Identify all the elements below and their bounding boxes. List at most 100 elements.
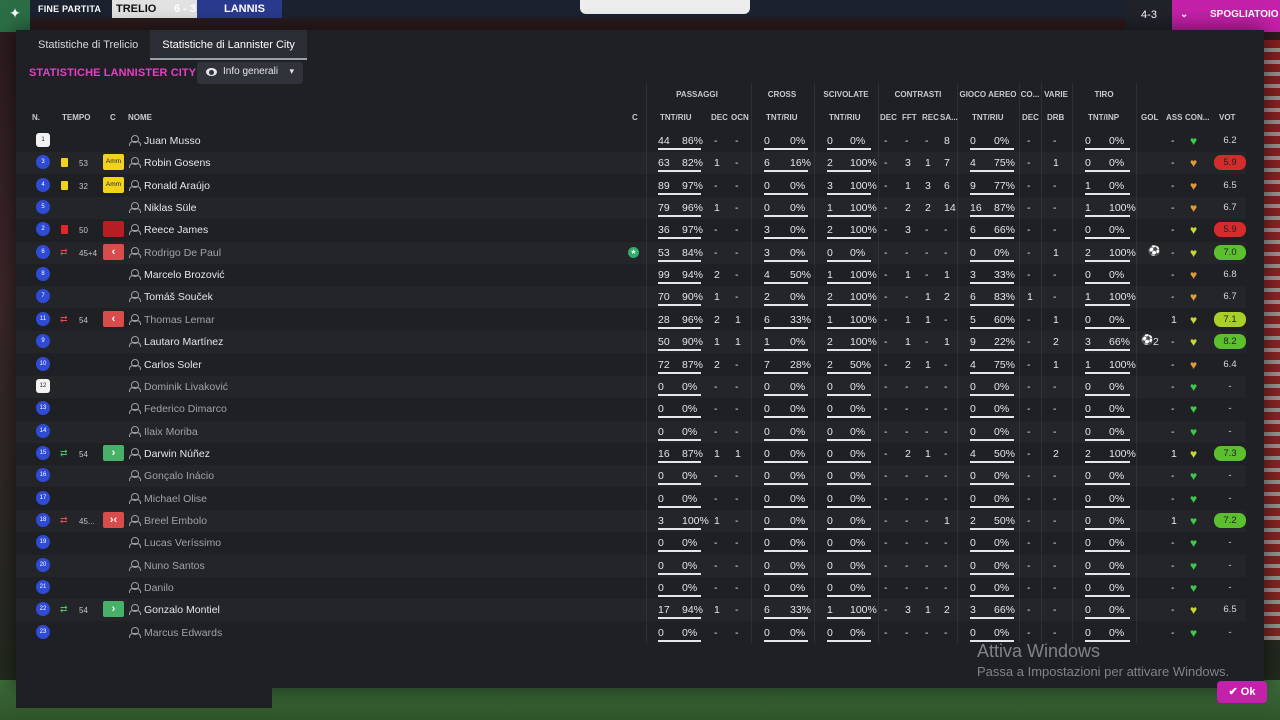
col-co-dec[interactable]: DEC	[1022, 113, 1039, 122]
player-name[interactable]: Thomas Lemar	[144, 314, 215, 326]
aerial-pct: 75%	[994, 157, 1016, 170]
person-icon	[129, 425, 141, 437]
col-con-sa[interactable]: SA...	[940, 113, 958, 122]
player-name[interactable]: Nuno Santos	[144, 560, 205, 572]
player-name[interactable]: Ilaix Moriba	[144, 426, 198, 438]
col-sciv-tnt[interactable]: TNT/RIU	[829, 113, 861, 122]
assists: -	[1171, 559, 1175, 572]
col-gol[interactable]: GOL	[1141, 113, 1158, 122]
table-row[interactable]: 12 Dominik Livaković 0 0% - - 0 0% 0 0% - - - - 0 0% - - 0…	[16, 376, 1246, 398]
col-aereo-tnt[interactable]: TNT/RIU	[972, 113, 1004, 122]
player-name[interactable]: Marcus Edwards	[144, 627, 222, 639]
formation-indicator[interactable]: 4-3	[1126, 0, 1172, 32]
table-row[interactable]: 10 Carlos Soler 72 87% 2-7 28% 2 50% -2 1-4 75% -1 1…	[16, 354, 1246, 376]
table-row[interactable]: 15 ⇄ 54 › Darwin Núñez 16 87% 1 1 0 0% 0 0% -2 1-4 50% -…	[16, 443, 1246, 465]
table-row[interactable]: 7 Tomáš Souček 70 90% 1-2 0% 2 100% - -1 2 6 83% 1-1 1…	[16, 286, 1246, 308]
co-dec: -	[1027, 358, 1031, 371]
con-fft: 3	[905, 224, 911, 237]
table-row[interactable]: 14 Ilaix Moriba 0 0% - - 0 0% 0 0% - - - - 0 0% - - 0 0% - ♥ -	[16, 421, 1246, 443]
table-row[interactable]: 18 ⇄ 45... ›‹ Breel Embolo 3 100% 1-0 0% 0 0% - - -1 2…	[16, 510, 1246, 532]
col-cross-tnt[interactable]: TNT/RIU	[766, 113, 798, 122]
game-logo[interactable]: ✦	[0, 0, 30, 32]
person-icon	[129, 202, 141, 214]
player-name[interactable]: Marcelo Brozović	[144, 269, 225, 281]
goal-count: 2	[1153, 336, 1159, 349]
player-name[interactable]: Michael Olise	[144, 493, 207, 505]
player-name[interactable]: Juan Musso	[144, 135, 201, 147]
player-name[interactable]: Lucas Veríssimo	[144, 537, 221, 549]
player-name[interactable]: Gonçalo Inácio	[144, 470, 214, 482]
cross-bar	[764, 326, 808, 329]
con-dec: -	[884, 626, 888, 639]
player-name[interactable]: Lautaro Martínez	[144, 336, 223, 348]
table-row[interactable]: 21 Danilo 0 0% - - 0 0% 0 0% - - - - 0 0% - - 0 0% - ♥ -	[16, 577, 1246, 599]
rating-badge: 6.7	[1223, 202, 1237, 214]
table-row[interactable]: 22 ⇄ 54 › Gonzalo Montiel 17 94% 1-6 33% 1 100% -3 1…	[16, 599, 1246, 621]
player-name[interactable]: Gonzalo Montiel	[144, 604, 220, 616]
con-dec: -	[884, 492, 888, 505]
col-con[interactable]: CON...	[1185, 113, 1209, 122]
shots-pct: 0%	[1109, 582, 1125, 594]
tab-lannister-stats[interactable]: Statistiche di Lannister City	[150, 30, 307, 60]
shots-pct: 0%	[1109, 269, 1125, 282]
table-row[interactable]: 17 Michael Olise 0 0% - - 0 0% 0 0% - - - - 0 0% - - 0 0% - ♥…	[16, 488, 1246, 510]
pass-bar	[658, 505, 701, 508]
col-tiro-tnt[interactable]: TNT/INP	[1088, 113, 1119, 122]
table-row[interactable]: 13 Federico Dimarco 0 0% - - 0 0% 0 0% - - - - 0 0% - - 0 0…	[16, 398, 1246, 420]
player-name[interactable]: Robin Gosens	[144, 157, 211, 169]
col-con-rec[interactable]: REC	[922, 113, 939, 122]
con-fft: -	[905, 626, 909, 639]
player-name[interactable]: Tomáš Souček	[144, 291, 213, 303]
player-name[interactable]: Niklas Süle	[144, 202, 197, 214]
table-row[interactable]: 8 Marcelo Brozović 99 94% 2-4 50% 1 100% -1-1 3 33…	[16, 264, 1246, 286]
condition-heart-icon: ♥	[1190, 581, 1198, 595]
cross-bar	[764, 170, 808, 173]
col-con-fft[interactable]: FFT	[902, 113, 917, 122]
col-c[interactable]: C	[110, 113, 116, 122]
view-select[interactable]: Info generali ▾	[197, 62, 303, 84]
table-row[interactable]: 2 50 Reece James 36 97% - -3 0% 2 100% -3- -6 66% - -0…	[16, 219, 1246, 241]
player-name[interactable]: Danilo	[144, 582, 174, 594]
table-row[interactable]: 5 Niklas Süle 79 96% 1-0 0% 1 100% -2 2 14 16 87% - -1…	[16, 197, 1246, 219]
player-name[interactable]: Darwin Núñez	[144, 448, 210, 460]
col-num[interactable]: N.	[32, 113, 40, 122]
col-varie-drb[interactable]: DRB	[1047, 113, 1064, 122]
col-con-dec[interactable]: DEC	[880, 113, 897, 122]
player-name[interactable]: Dominik Livaković	[144, 381, 228, 393]
table-row[interactable]: 9 Lautaro Martínez 50 90% 1 1 1 0% 2 100% -1-1 9 22%…	[16, 331, 1246, 353]
col-pass-tnt[interactable]: TNT/RIU	[660, 113, 692, 122]
player-name[interactable]: Federico Dimarco	[144, 403, 227, 415]
pass-key: -	[714, 224, 718, 237]
player-name[interactable]: Reece James	[144, 224, 208, 236]
cross-attempts: 0	[764, 514, 770, 527]
col-c2[interactable]: C	[632, 113, 638, 122]
col-vot[interactable]: VOT	[1219, 113, 1235, 122]
table-row[interactable]: 20 Nuno Santos 0 0% - - 0 0% 0 0% - - - - 0 0% - - 0 0% - ♥ -	[16, 555, 1246, 577]
dressing-room-button[interactable]: ⌄ SPOGLIATOIO	[1172, 0, 1280, 32]
minute-value: 32	[79, 181, 88, 191]
table-row[interactable]: 11 ⇄ 54 ‹ Thomas Lemar 28 96% 2 1 6 33% 1 100% -1 1-5 6…	[16, 309, 1246, 331]
col-tempo[interactable]: TEMPO	[62, 113, 90, 122]
shirt-number-icon: 16	[36, 468, 50, 483]
col-ass[interactable]: ASS	[1166, 113, 1182, 122]
table-row[interactable]: 3 53 Amm Robin Gosens 63 82% 1-6 16% 2 100% -3 1 7 4 7…	[16, 152, 1246, 174]
aerial-pct: 50%	[994, 447, 1016, 460]
player-name[interactable]: Rodrigo De Paul	[144, 247, 221, 259]
col-pass-ocn[interactable]: OCN	[731, 113, 749, 122]
con-rec: 1	[925, 604, 931, 617]
tab-trelicio-stats[interactable]: Statistiche di Trelicio	[26, 30, 150, 60]
cross-attempts: 0	[764, 537, 770, 550]
player-name[interactable]: Ronald Araújo	[144, 180, 210, 192]
player-name[interactable]: Carlos Soler	[144, 359, 202, 371]
table-row[interactable]: 19 Lucas Veríssimo 0 0% - - 0 0% 0 0% - - - - 0 0% - - 0 0%…	[16, 532, 1246, 554]
table-row[interactable]: 4 32 Amm Ronald Araújo 89 97% - -0 0% 3 100% -1 3 6 9 7…	[16, 175, 1246, 197]
pass-key: 2	[714, 313, 720, 326]
tackle-bar	[827, 326, 871, 329]
ok-button[interactable]: ✔ Ok	[1217, 681, 1267, 703]
table-row[interactable]: 1 Juan Musso 44 86% - -0 0% 0 0% - - -8 0 0% - -0 0% - ♥ 6.…	[16, 130, 1246, 152]
player-name[interactable]: Breel Embolo	[144, 515, 207, 527]
col-nome[interactable]: NOME	[128, 113, 152, 122]
table-row[interactable]: 16 Gonçalo Inácio 0 0% - - 0 0% 0 0% - - - - 0 0% - - 0 0% -…	[16, 465, 1246, 487]
col-pass-dec[interactable]: DEC	[711, 113, 728, 122]
table-row[interactable]: 6 ⇄ 45+4 ‹ Rodrigo De Paul ★ 53 84% - -3 0% 0 0% - - - -…	[16, 242, 1246, 264]
